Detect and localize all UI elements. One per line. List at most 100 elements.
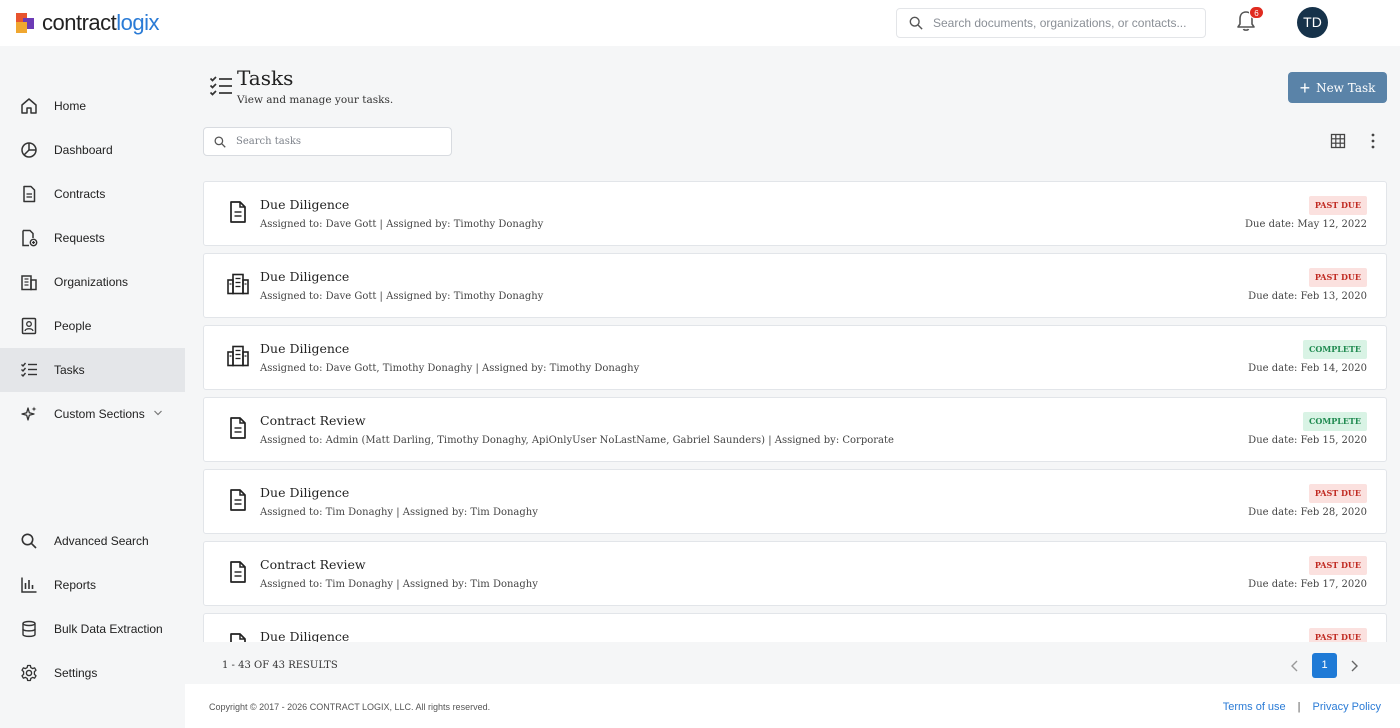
task-due-date: Due date: Feb 17, 2020: [1248, 579, 1367, 590]
more-options-icon[interactable]: [1366, 132, 1380, 150]
database-icon: [22, 620, 36, 638]
privacy-link[interactable]: Privacy Policy: [1313, 701, 1381, 713]
user-avatar[interactable]: TD: [1297, 7, 1328, 38]
logo-text: contractlogix: [42, 10, 160, 35]
task-card[interactable]: Contract Review Assigned to: Tim Donaghy…: [203, 541, 1387, 606]
sidebar-item-label: People: [54, 319, 92, 333]
people-icon: [21, 317, 37, 335]
task-due-date: Due date: Feb 28, 2020: [1248, 507, 1367, 518]
task-card[interactable]: Due Diligence Assigned to: Dave Gott | A…: [203, 253, 1387, 318]
document-icon: [230, 633, 246, 642]
chevron-right-icon[interactable]: [1347, 658, 1361, 674]
global-search-box[interactable]: [896, 8, 1206, 38]
organization-icon: [227, 345, 249, 367]
task-card[interactable]: Contract Review Assigned to: Admin (Matt…: [203, 397, 1387, 462]
sidebar-item-label: Organizations: [54, 275, 129, 289]
task-title: Due Diligence: [260, 269, 350, 284]
footer-separator: |: [1297, 701, 1301, 713]
top-bar: contractlogix 6 TD: [0, 0, 1400, 46]
task-assignment: Assigned to: Tim Donaghy | Assigned by: …: [260, 579, 538, 590]
new-task-button[interactable]: + New Task: [1288, 72, 1387, 103]
task-title: Due Diligence: [260, 341, 350, 356]
page-subtitle: View and manage your tasks.: [237, 94, 394, 106]
sidebar-item-label: Home: [54, 99, 87, 113]
copyright-text: Copyright © 2017 - 2026 CONTRACT LOGIX, …: [209, 702, 491, 712]
chevron-left-icon[interactable]: [1288, 658, 1302, 674]
page-button[interactable]: 1: [1312, 653, 1337, 678]
status-badge: COMPLETE: [1303, 412, 1367, 431]
task-card[interactable]: Due Diligence Assigned to: Dave Gott | A…: [203, 181, 1387, 246]
sidebar-item-custom-sections[interactable]: Custom Sections: [0, 392, 185, 436]
task-title: Contract Review: [260, 413, 366, 428]
notifications-count-badge: 6: [1249, 6, 1264, 19]
sidebar-item-label: Bulk Data Extraction: [54, 622, 163, 636]
sidebar-item-label: Tasks: [54, 363, 85, 377]
task-title: Due Diligence: [260, 629, 350, 642]
organization-icon: [227, 273, 249, 295]
status-badge: PAST DUE: [1308, 196, 1367, 215]
search-icon: [214, 135, 226, 148]
home-icon: [21, 98, 37, 114]
sidebar-item-home[interactable]: Home: [0, 84, 185, 128]
task-title: Due Diligence: [260, 485, 350, 500]
tasks-icon: [209, 76, 232, 96]
status-badge: PAST DUE: [1308, 484, 1367, 503]
sidebar-item-organizations[interactable]: Organizations: [0, 260, 185, 304]
status-badge: PAST DUE: [1308, 628, 1367, 642]
contract-icon: [23, 185, 36, 203]
chevron-down-icon[interactable]: [153, 408, 163, 418]
results-summary: 1 - 43 OF 43 RESULTS: [222, 660, 338, 671]
document-icon: [230, 201, 246, 223]
sidebar-item-dashboard[interactable]: Dashboard: [0, 128, 185, 172]
sidebar-item-contracts[interactable]: Contracts: [0, 172, 185, 216]
task-assignment: Assigned to: Dave Gott | Assigned by: Ti…: [260, 219, 544, 230]
brand-logo[interactable]: contractlogix: [16, 10, 160, 35]
document-icon: [230, 417, 246, 439]
logo-mark-icon: [16, 13, 36, 33]
sidebar-item-label: Reports: [54, 578, 97, 592]
task-title: Contract Review: [260, 557, 366, 572]
footer-links: Terms of use | Privacy Policy: [1223, 701, 1381, 713]
sidebar-item-requests[interactable]: Requests: [0, 216, 185, 260]
status-badge: PAST DUE: [1308, 268, 1367, 287]
sidebar-item-reports[interactable]: Reports: [0, 563, 185, 607]
sidebar-item-label: Custom Sections: [54, 407, 145, 421]
terms-link[interactable]: Terms of use: [1223, 701, 1286, 713]
request-icon: [22, 229, 38, 247]
task-assignment: Assigned to: Admin (Matt Darling, Timoth…: [260, 435, 894, 446]
sidebar-item-label: Contracts: [54, 187, 106, 201]
global-search-input[interactable]: [933, 16, 1193, 30]
sidebar-item-label: Dashboard: [54, 143, 113, 157]
sparkle-icon: [21, 406, 37, 421]
new-task-label: New Task: [1316, 80, 1376, 95]
sidebar-item-bulk-data-extraction[interactable]: Bulk Data Extraction: [0, 607, 185, 651]
sidebar-item-tasks[interactable]: Tasks: [0, 348, 185, 392]
task-due-date: Due date: Feb 14, 2020: [1248, 363, 1367, 374]
sidebar-item-settings[interactable]: Settings: [0, 651, 185, 695]
sidebar-item-label: Advanced Search: [54, 534, 149, 548]
footer: Copyright © 2017 - 2026 CONTRACT LOGIX, …: [185, 684, 1400, 728]
grid-view-icon[interactable]: [1330, 133, 1346, 149]
status-badge: COMPLETE: [1303, 340, 1367, 359]
task-card[interactable]: Due Diligence Assigned to: Dave Gott, Ti…: [203, 325, 1387, 390]
sidebar-item-advanced-search[interactable]: Advanced Search: [0, 519, 185, 563]
search-icon: [909, 16, 923, 30]
task-title: Due Diligence: [260, 197, 350, 212]
dashboard-icon: [21, 142, 37, 158]
task-search-box[interactable]: [203, 127, 452, 156]
sidebar-item-label: Settings: [54, 666, 98, 680]
task-due-date: Due date: May 12, 2022: [1245, 219, 1367, 230]
task-due-date: Due date: Feb 15, 2020: [1248, 435, 1367, 446]
organization-icon: [21, 275, 37, 291]
sidebar-item-label: Requests: [54, 231, 105, 245]
task-assignment: Assigned to: Tim Donaghy | Assigned by: …: [260, 507, 538, 518]
task-search-input[interactable]: [236, 136, 446, 147]
search-icon: [21, 533, 37, 549]
sidebar-item-people[interactable]: People: [0, 304, 185, 348]
task-list: Due Diligence Assigned to: Dave Gott | A…: [203, 176, 1387, 642]
task-card[interactable]: Due Diligence Assigned to: Tim Donaghy |…: [203, 469, 1387, 534]
page-title: Tasks: [237, 66, 294, 90]
document-icon: [230, 489, 246, 511]
sidebar: Home Dashboard Contracts Requests Organi…: [0, 46, 185, 728]
task-card[interactable]: Due Diligence PAST DUE: [203, 613, 1387, 642]
